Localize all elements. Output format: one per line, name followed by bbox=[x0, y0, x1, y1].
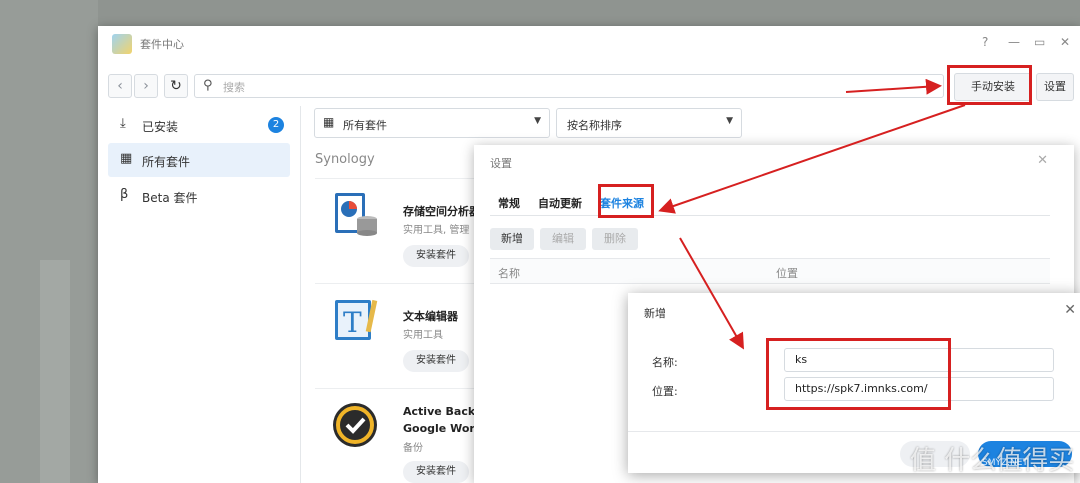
install-package-button[interactable]: 安装套件 bbox=[403, 350, 469, 372]
close-icon[interactable]: ✕ bbox=[1064, 302, 1076, 318]
category-dropdown[interactable]: ▦ 所有套件 ▼ bbox=[314, 108, 550, 138]
package-center-icon bbox=[112, 34, 132, 54]
settings-button[interactable]: 设置 bbox=[1036, 73, 1074, 101]
package-card[interactable]: Active Back Google Wor 备份 安装套件 bbox=[315, 388, 475, 483]
sidebar-item-beta[interactable]: β Beta 套件 bbox=[108, 179, 290, 213]
download-icon: ⤓ bbox=[120, 116, 126, 131]
search-icon: ⚲ bbox=[203, 78, 213, 93]
sidebar-item-label: 已安装 bbox=[142, 120, 179, 134]
minimize-icon[interactable]: — bbox=[1008, 35, 1020, 49]
tab-auto-update[interactable]: 自动更新 bbox=[538, 195, 582, 211]
sidebar-item-label: Beta 套件 bbox=[142, 191, 198, 205]
beta-icon: β bbox=[120, 187, 129, 202]
sidebar-item-installed[interactable]: ⤓ 已安装 2 bbox=[108, 108, 290, 142]
forward-button[interactable]: › bbox=[134, 74, 158, 98]
package-desc: 备份 bbox=[403, 443, 423, 454]
highlight-manual-install bbox=[947, 65, 1032, 105]
tab-general[interactable]: 常规 bbox=[498, 195, 520, 211]
window-title: 套件中心 bbox=[140, 38, 184, 51]
installed-count-badge: 2 bbox=[268, 117, 284, 133]
search-input[interactable]: ⚲ 搜索 bbox=[194, 74, 944, 98]
location-label: 位置: bbox=[652, 385, 678, 398]
column-header-location: 位置 bbox=[776, 267, 798, 280]
chevron-left-icon: ‹ bbox=[117, 78, 123, 94]
highlight-package-sources-tab bbox=[598, 184, 654, 218]
package-name: 存储空间分析器 bbox=[403, 205, 475, 218]
package-name: 文本编辑器 bbox=[403, 310, 458, 323]
tab-divider bbox=[490, 215, 1050, 216]
category-value: 所有套件 bbox=[343, 119, 387, 132]
caret-down-icon: ▼ bbox=[726, 116, 733, 126]
caret-down-icon: ▼ bbox=[534, 116, 541, 126]
help-icon[interactable]: ? bbox=[982, 35, 988, 49]
package-desc: 实用工具 bbox=[403, 330, 443, 341]
title-bar: 套件中心 ? — ▭ ✕ bbox=[98, 26, 1080, 62]
package-desc: 实用工具, 管理 bbox=[403, 225, 470, 236]
chevron-right-icon: › bbox=[143, 78, 149, 94]
active-backup-icon bbox=[333, 403, 377, 447]
dialog-footer-divider bbox=[628, 431, 1080, 432]
sort-value: 按名称排序 bbox=[567, 119, 622, 132]
sidebar-item-label: 所有套件 bbox=[142, 155, 191, 169]
grid-icon: ▦ bbox=[323, 115, 335, 129]
edit-button[interactable]: 编辑 bbox=[540, 228, 586, 250]
add-button[interactable]: 新增 bbox=[490, 228, 534, 250]
install-package-button[interactable]: 安装套件 bbox=[403, 245, 469, 267]
search-placeholder: 搜索 bbox=[223, 81, 245, 94]
svg-text:T: T bbox=[343, 306, 362, 339]
package-card[interactable]: T 文本编辑器 实用工具 安装套件 bbox=[315, 283, 475, 388]
install-package-button[interactable]: 安装套件 bbox=[403, 461, 469, 483]
toolbar: ‹ › ↻ ⚲ 搜索 手动安装 设置 bbox=[98, 70, 1080, 104]
name-label: 名称: bbox=[652, 356, 678, 369]
highlight-add-inputs bbox=[766, 338, 951, 410]
sidebar-item-all-packages[interactable]: ▦ 所有套件 bbox=[108, 143, 290, 177]
grid-icon: ▦ bbox=[120, 151, 133, 166]
dialog-title: 设置 bbox=[490, 157, 512, 170]
refresh-icon: ↻ bbox=[170, 78, 182, 94]
column-header-name: 名称 bbox=[498, 267, 520, 280]
sort-dropdown[interactable]: 按名称排序 ▼ bbox=[556, 108, 742, 138]
package-name-line2: Google Wor bbox=[403, 422, 475, 435]
text-editor-icon: T bbox=[335, 299, 378, 340]
back-button[interactable]: ‹ bbox=[108, 74, 132, 98]
package-name: Active Back bbox=[403, 405, 475, 418]
table-header: 名称 位置 bbox=[490, 258, 1050, 284]
refresh-button[interactable]: ↻ bbox=[164, 74, 188, 98]
section-title: Synology bbox=[315, 152, 375, 167]
sidebar: ⤓ 已安装 2 ▦ 所有套件 β Beta 套件 bbox=[98, 106, 301, 483]
close-icon[interactable]: ✕ bbox=[1060, 35, 1070, 49]
storage-analyzer-icon bbox=[335, 193, 377, 236]
delete-button[interactable]: 删除 bbox=[592, 228, 638, 250]
dialog-title: 新增 bbox=[644, 307, 666, 320]
maximize-icon[interactable]: ▭ bbox=[1034, 35, 1045, 49]
close-icon[interactable]: ✕ bbox=[1037, 153, 1048, 168]
package-card[interactable]: 存储空间分析器 实用工具, 管理 安装套件 bbox=[315, 178, 475, 283]
watermark-small: SMYZ.NET bbox=[982, 458, 1028, 468]
